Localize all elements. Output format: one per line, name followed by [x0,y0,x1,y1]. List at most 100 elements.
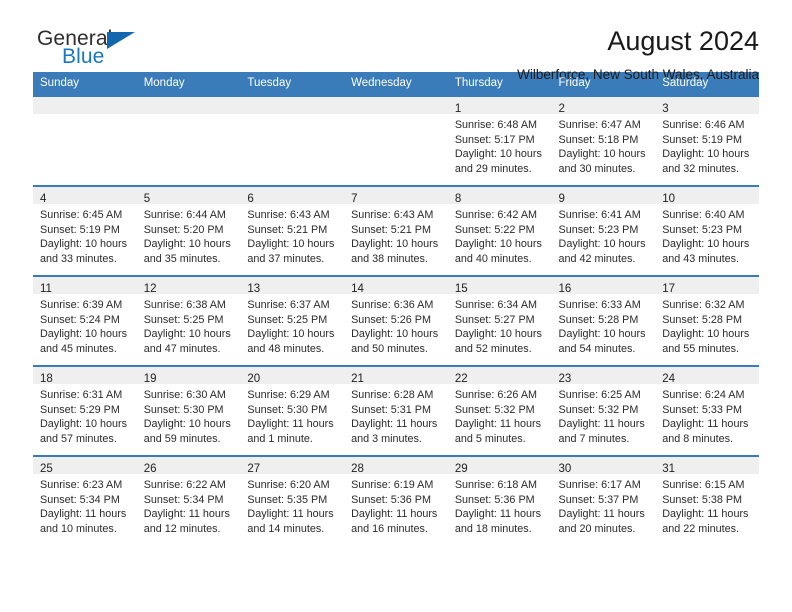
day-cell-content: 6 Sunrise: 6:43 AM Sunset: 5:21 PM Daylight… [240,187,345,275]
day-info: Sunrise: 6:37 AM Sunset: 5:25 PM Daylight:… [240,294,344,356]
sunset-text: Sunset: 5:24 PM [40,313,120,326]
calendar-day-cell[interactable]: 2 Sunrise: 6:47 AM Sunset: 5:18 PM Daylight… [551,95,656,186]
daylight-text-line2: and 55 minutes. [662,342,740,355]
calendar-day-cell[interactable]: 3 Sunrise: 6:46 AM Sunset: 5:19 PM Daylight… [655,95,759,186]
daylight-text-line1: Daylight: 10 hours [143,328,231,341]
sunrise-text: Sunrise: 6:46 AM [662,119,745,131]
calendar-body: 1 Sunrise: 6:48 AM Sunset: 5:17 PM Daylight… [33,95,759,546]
daylight-text-line2: and 37 minutes. [247,252,325,265]
daylight-text-line2: and 42 minutes. [558,252,636,265]
day-number: 5 [143,193,151,205]
day-info: Sunrise: 6:15 AM Sunset: 5:38 PM Daylight:… [655,474,759,536]
day-cell-content: 25 Sunrise: 6:23 AM Sunset: 5:34 PM Dayligh… [33,457,137,546]
day-number: 27 [247,463,261,475]
calendar-day-cell-empty [344,95,448,186]
day-info: Sunrise: 6:42 AM Sunset: 5:22 PM Daylight:… [448,204,552,266]
calendar-week-row: 11 Sunrise: 6:39 AM Sunset: 5:24 PM Dayligh… [33,275,759,366]
weekday-header-tuesday: Tuesday [240,72,345,96]
day-info: Sunrise: 6:20 AM Sunset: 5:35 PM Daylight:… [240,474,344,536]
day-info: Sunrise: 6:39 AM Sunset: 5:24 PM Daylight:… [33,294,137,356]
day-number-bar: 8 [447,187,552,205]
day-number-bar [33,97,137,114]
sunset-text: Sunset: 5:36 PM [454,493,535,506]
sunrise-text: Sunrise: 6:42 AM [454,209,538,221]
sunset-text: Sunset: 5:17 PM [454,133,535,146]
daylight-text-line1: Daylight: 10 hours [662,328,750,341]
day-number: 2 [558,103,565,115]
day-number-bar: 30 [551,457,656,475]
sunset-text: Sunset: 5:38 PM [662,493,743,506]
daylight-text-line1: Daylight: 11 hours [247,418,334,431]
daylight-text-line1: Daylight: 10 hours [558,238,646,251]
day-cell-content: 26 Sunrise: 6:22 AM Sunset: 5:34 PM Dayligh… [136,457,241,546]
calendar-day-cell[interactable]: 13 Sunrise: 6:37 AM Sunset: 5:25 PM Dayligh… [240,275,345,366]
day-cell-content [33,97,137,185]
day-number-bar: 9 [551,187,656,205]
calendar-day-cell[interactable]: 6 Sunrise: 6:43 AM Sunset: 5:21 PM Daylight… [240,185,345,276]
calendar-day-cell[interactable]: 31 Sunrise: 6:15 AM Sunset: 5:38 PM Dayligh… [655,455,759,546]
sunrise-text: Sunrise: 6:22 AM [143,479,226,491]
calendar-day-cell[interactable]: 9 Sunrise: 6:41 AM Sunset: 5:23 PM Daylight… [551,185,656,276]
day-cell-content: 20 Sunrise: 6:29 AM Sunset: 5:30 PM Dayligh… [240,367,345,455]
day-number: 29 [454,463,468,475]
day-cell-content: 27 Sunrise: 6:20 AM Sunset: 5:35 PM Dayligh… [240,457,345,546]
calendar-day-cell[interactable]: 29 Sunrise: 6:18 AM Sunset: 5:36 PM Dayligh… [447,455,552,546]
day-info: Sunrise: 6:40 AM Sunset: 5:23 PM Daylight:… [655,204,759,266]
day-number-bar: 13 [240,277,345,295]
day-number: 6 [247,193,254,205]
daylight-text-line2: and 43 minutes. [662,252,740,265]
day-cell-content: 4 Sunrise: 6:45 AM Sunset: 5:19 PM Daylight… [33,187,137,275]
day-number-bar: 21 [344,367,448,385]
calendar-day-cell[interactable]: 5 Sunrise: 6:44 AM Sunset: 5:20 PM Daylight… [136,185,241,276]
daylight-text-line2: and 14 minutes. [247,522,325,535]
sunset-text: Sunset: 5:19 PM [662,133,743,146]
day-cell-content: 19 Sunrise: 6:30 AM Sunset: 5:30 PM Dayligh… [136,367,241,455]
calendar-day-cell[interactable]: 25 Sunrise: 6:23 AM Sunset: 5:34 PM Dayligh… [33,455,137,546]
day-info: Sunrise: 6:28 AM Sunset: 5:31 PM Daylight:… [344,384,448,446]
calendar-day-cell[interactable]: 11 Sunrise: 6:39 AM Sunset: 5:24 PM Dayligh… [33,275,137,366]
calendar-day-cell[interactable]: 27 Sunrise: 6:20 AM Sunset: 5:35 PM Dayligh… [240,455,345,546]
calendar-day-cell[interactable]: 21 Sunrise: 6:28 AM Sunset: 5:31 PM Dayligh… [344,365,448,456]
sunrise-text: Sunrise: 6:44 AM [143,209,226,221]
calendar-day-cell[interactable]: 20 Sunrise: 6:29 AM Sunset: 5:30 PM Dayligh… [240,365,345,456]
calendar-day-cell[interactable]: 24 Sunrise: 6:24 AM Sunset: 5:33 PM Dayligh… [655,365,759,456]
sunrise-text: Sunrise: 6:15 AM [662,479,745,491]
day-info: Sunrise: 6:44 AM Sunset: 5:20 PM Daylight:… [137,204,241,266]
calendar-day-cell[interactable]: 12 Sunrise: 6:38 AM Sunset: 5:25 PM Dayligh… [136,275,241,366]
daylight-text-line2: and 30 minutes. [558,162,636,175]
daylight-text-line2: and 12 minutes. [143,522,221,535]
calendar-day-cell[interactable]: 8 Sunrise: 6:42 AM Sunset: 5:22 PM Daylight… [447,185,552,276]
calendar-day-cell[interactable]: 16 Sunrise: 6:33 AM Sunset: 5:28 PM Dayligh… [551,275,656,366]
day-number-bar: 25 [33,457,137,475]
day-number-bar: 28 [344,457,448,475]
daylight-text-line2: and 35 minutes. [143,252,221,265]
calendar-day-cell[interactable]: 15 Sunrise: 6:34 AM Sunset: 5:27 PM Dayligh… [447,275,552,366]
day-info: Sunrise: 6:34 AM Sunset: 5:27 PM Daylight:… [448,294,552,356]
calendar-day-cell[interactable]: 7 Sunrise: 6:43 AM Sunset: 5:21 PM Daylight… [344,185,448,276]
day-number-bar: 12 [136,277,241,295]
daylight-text-line1: Daylight: 11 hours [454,418,542,431]
calendar-day-cell[interactable]: 1 Sunrise: 6:48 AM Sunset: 5:17 PM Daylight… [447,95,552,186]
day-number: 9 [558,193,565,205]
calendar-day-cell[interactable]: 19 Sunrise: 6:30 AM Sunset: 5:30 PM Dayligh… [136,365,241,456]
calendar-day-cell[interactable]: 26 Sunrise: 6:22 AM Sunset: 5:34 PM Dayligh… [136,455,241,546]
calendar-day-cell[interactable]: 4 Sunrise: 6:45 AM Sunset: 5:19 PM Daylight… [33,185,137,276]
daylight-text-line2: and 38 minutes. [351,252,428,265]
calendar-day-cell[interactable]: 14 Sunrise: 6:36 AM Sunset: 5:26 PM Dayligh… [344,275,448,366]
calendar-day-cell[interactable]: 30 Sunrise: 6:17 AM Sunset: 5:37 PM Dayligh… [551,455,656,546]
day-number-bar: 7 [344,187,448,205]
day-number: 21 [351,373,364,385]
day-cell-content: 7 Sunrise: 6:43 AM Sunset: 5:21 PM Daylight… [344,187,448,275]
general-blue-logo[interactable]: General Blue [33,26,143,72]
day-info: Sunrise: 6:26 AM Sunset: 5:32 PM Daylight:… [448,384,552,446]
calendar-day-cell[interactable]: 17 Sunrise: 6:32 AM Sunset: 5:28 PM Dayligh… [655,275,759,366]
sunrise-text: Sunrise: 6:23 AM [40,479,123,491]
calendar-day-cell[interactable]: 22 Sunrise: 6:26 AM Sunset: 5:32 PM Dayligh… [447,365,552,456]
daylight-text-line2: and 8 minutes. [662,432,734,445]
day-cell-content [240,97,345,185]
calendar-day-cell[interactable]: 10 Sunrise: 6:40 AM Sunset: 5:23 PM Dayligh… [655,185,759,276]
calendar-day-cell[interactable]: 23 Sunrise: 6:25 AM Sunset: 5:32 PM Dayligh… [551,365,656,456]
calendar-day-cell[interactable]: 28 Sunrise: 6:19 AM Sunset: 5:36 PM Dayligh… [344,455,448,546]
sunrise-sunset-calendar: Sunday Monday Tuesday Wednesday Thursday… [33,72,759,546]
calendar-day-cell[interactable]: 18 Sunrise: 6:31 AM Sunset: 5:29 PM Dayligh… [33,365,137,456]
